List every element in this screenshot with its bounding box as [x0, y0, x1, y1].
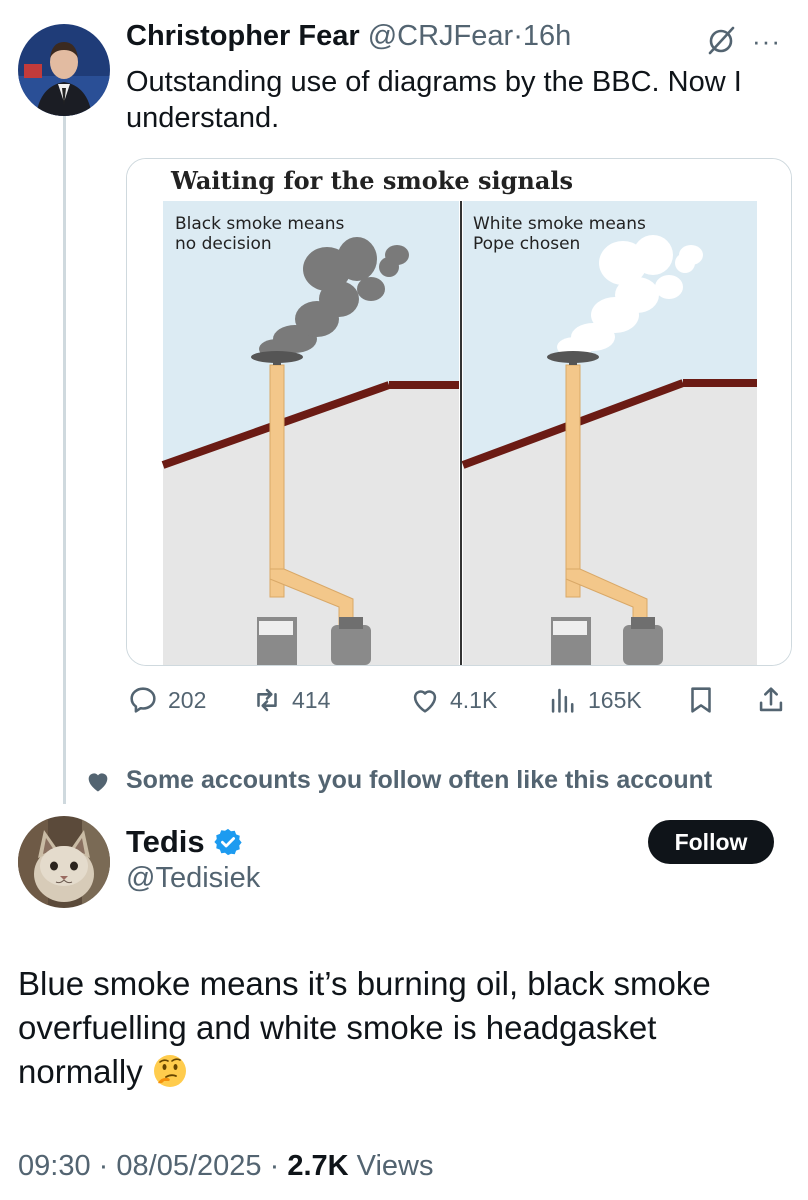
- share-button[interactable]: [754, 680, 788, 720]
- like-button[interactable]: 4.1K: [408, 680, 497, 720]
- like-count: 4.1K: [450, 686, 498, 713]
- reply-date: 08/05/2025: [116, 1150, 262, 1182]
- media-title: Waiting for the smoke signals: [170, 166, 573, 195]
- repost-count: 414: [292, 686, 331, 713]
- tweet-text: Outstanding use of diagrams by the BBC. …: [126, 66, 742, 134]
- left-caption-line1: Black smoke means: [175, 214, 345, 234]
- bookmark-button[interactable]: [684, 680, 718, 720]
- reply-author-handle[interactable]: @Tedisiek: [126, 862, 260, 895]
- bookmark-icon: [691, 687, 711, 713]
- author-avatar[interactable]: [18, 24, 110, 116]
- thread-connector-line: [63, 116, 66, 804]
- grok-icon[interactable]: [706, 24, 738, 56]
- reply-views-count: 2.7K: [287, 1150, 349, 1182]
- reply-button[interactable]: 202: [126, 680, 206, 720]
- author-name[interactable]: Christopher Fear: [126, 20, 360, 52]
- tweet-time[interactable]: 16h: [523, 20, 571, 52]
- follow-button[interactable]: Follow: [648, 820, 774, 864]
- heart-icon: [88, 772, 108, 791]
- tweet-media-image[interactable]: Waiting for the smoke signals Black smok…: [126, 158, 792, 666]
- reply-author-name[interactable]: Tedis: [126, 824, 205, 860]
- left-caption-line2: no decision: [175, 234, 272, 254]
- author-handle[interactable]: @CRJFear: [368, 20, 513, 52]
- repost-button[interactable]: 414: [250, 680, 330, 720]
- right-caption-line1: White smoke means: [473, 214, 646, 234]
- views-chart-icon: [551, 688, 574, 713]
- reply-text-block: Blue smoke means it’s burning oil, black…: [18, 962, 788, 1094]
- thinking-face-emoji: [153, 1055, 186, 1087]
- more-dots-icon[interactable]: ···: [752, 26, 781, 57]
- separator-dot: ·: [98, 1150, 109, 1182]
- views-button[interactable]: 165K: [546, 680, 642, 720]
- right-caption-line2: Pope chosen: [473, 234, 580, 254]
- repost-icon: [257, 688, 277, 712]
- views-count: 165K: [588, 686, 642, 713]
- reply-author-name-row: Tedis: [126, 824, 243, 860]
- reply-icon: [130, 687, 156, 713]
- reply-timestamp[interactable]: 09:30 · 08/05/2025 · 2.7K Views: [18, 1150, 434, 1183]
- heart-outline-icon: [413, 690, 437, 713]
- reply-time: 09:30: [18, 1150, 91, 1182]
- separator-dot: ·: [513, 20, 523, 52]
- verified-badge-icon: [214, 828, 242, 856]
- reply-text: Blue smoke means it’s burning oil, black…: [18, 965, 711, 1090]
- reply-author-avatar[interactable]: [18, 816, 110, 908]
- social-context-text: Some accounts you follow often like this…: [126, 766, 713, 794]
- reply-views-label: Views: [356, 1150, 434, 1182]
- social-context: Some accounts you follow often like this…: [84, 766, 712, 795]
- tweet-action-bar: 202 414 4.1K 165K: [126, 680, 790, 720]
- reply-count: 202: [168, 686, 207, 713]
- tweet-header: Christopher Fear @CRJFear·16h: [126, 20, 571, 53]
- share-icon: [759, 687, 783, 712]
- separator-dot: ·: [269, 1150, 280, 1182]
